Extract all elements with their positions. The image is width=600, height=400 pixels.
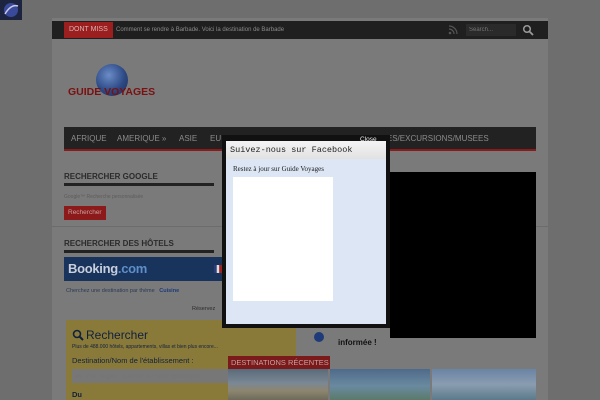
facebook-icon [314,332,324,342]
destination-label: Destination/Nom de l'établissement : [72,356,194,365]
nav-item-asie[interactable]: ASIE [179,127,197,151]
informee-text: informée ! [338,338,377,347]
news-ticker-link[interactable]: Comment se rendre à Barbade. Voici la de… [116,21,284,39]
cuisine-text: Cuisine [159,288,180,294]
modal-text: Restez à jour sur Guide Voyages [233,165,324,173]
reserve-text: Réservez [192,306,216,312]
booking-logo: Booking.com [68,261,147,276]
google-search-label: Google™ Recherche personnalisée [64,194,144,200]
browser-logo-icon [0,0,22,20]
booking-logo-domain: .com [117,261,148,276]
dont-miss-badge: DONT MISS [64,22,113,38]
hotel-search-subtitle: Plus de 488.000 hôtels, appartements, vi… [72,344,218,350]
theme-link[interactable]: Cherchez une destination par thème Cuisi… [66,288,179,294]
hotels-search-title: RECHERCHER DES HÔTELS [64,239,174,248]
google-search-title: RECHERCHER GOOGLE [64,172,158,181]
hotel-search-title: Rechercher [86,328,149,342]
destination-photo[interactable] [432,369,536,400]
widget-divider [64,250,214,253]
rss-icon[interactable] [448,25,458,35]
site-logo[interactable]: GUIDE VOYAGES [66,64,166,104]
facebook-modal: Close Suivez-nous sur Facebook Restez à … [222,135,390,328]
nav-item-amerique[interactable]: AMERIQUE » [117,127,166,151]
booking-logo-main: Booking [68,261,118,276]
modal-body: Restez à jour sur Guide Voyages [226,159,386,324]
top-search-input[interactable] [466,24,516,36]
destination-photo[interactable] [330,369,430,400]
search-icon[interactable] [522,24,534,36]
recent-destinations-title: DESTINATIONS RÉCENTES [228,356,330,369]
booking-widget-header[interactable]: Booking.com [64,257,224,281]
flag-icon[interactable] [214,265,222,273]
nav-item-afrique[interactable]: AFRIQUE [71,127,107,151]
nav-item-europe[interactable]: EU [210,127,221,151]
video-embed[interactable] [390,172,536,338]
theme-text: Cherchez une destination par thème [66,288,155,294]
search-icon [72,329,84,341]
nav-item-activites[interactable]: TES/EXCURSIONS/MUSEES [382,127,489,151]
date-from-label: Du [72,390,82,399]
top-bar: DONT MISS Comment se rendre à Barbade. V… [52,21,548,39]
modal-title: Suivez-nous sur Facebook [226,141,386,159]
facebook-like-box[interactable] [233,177,333,301]
logo-text: GUIDE VOYAGES [68,86,156,98]
widget-divider [64,183,214,186]
google-search-button[interactable]: Rechercher [64,206,106,220]
destination-photo[interactable] [228,369,328,400]
